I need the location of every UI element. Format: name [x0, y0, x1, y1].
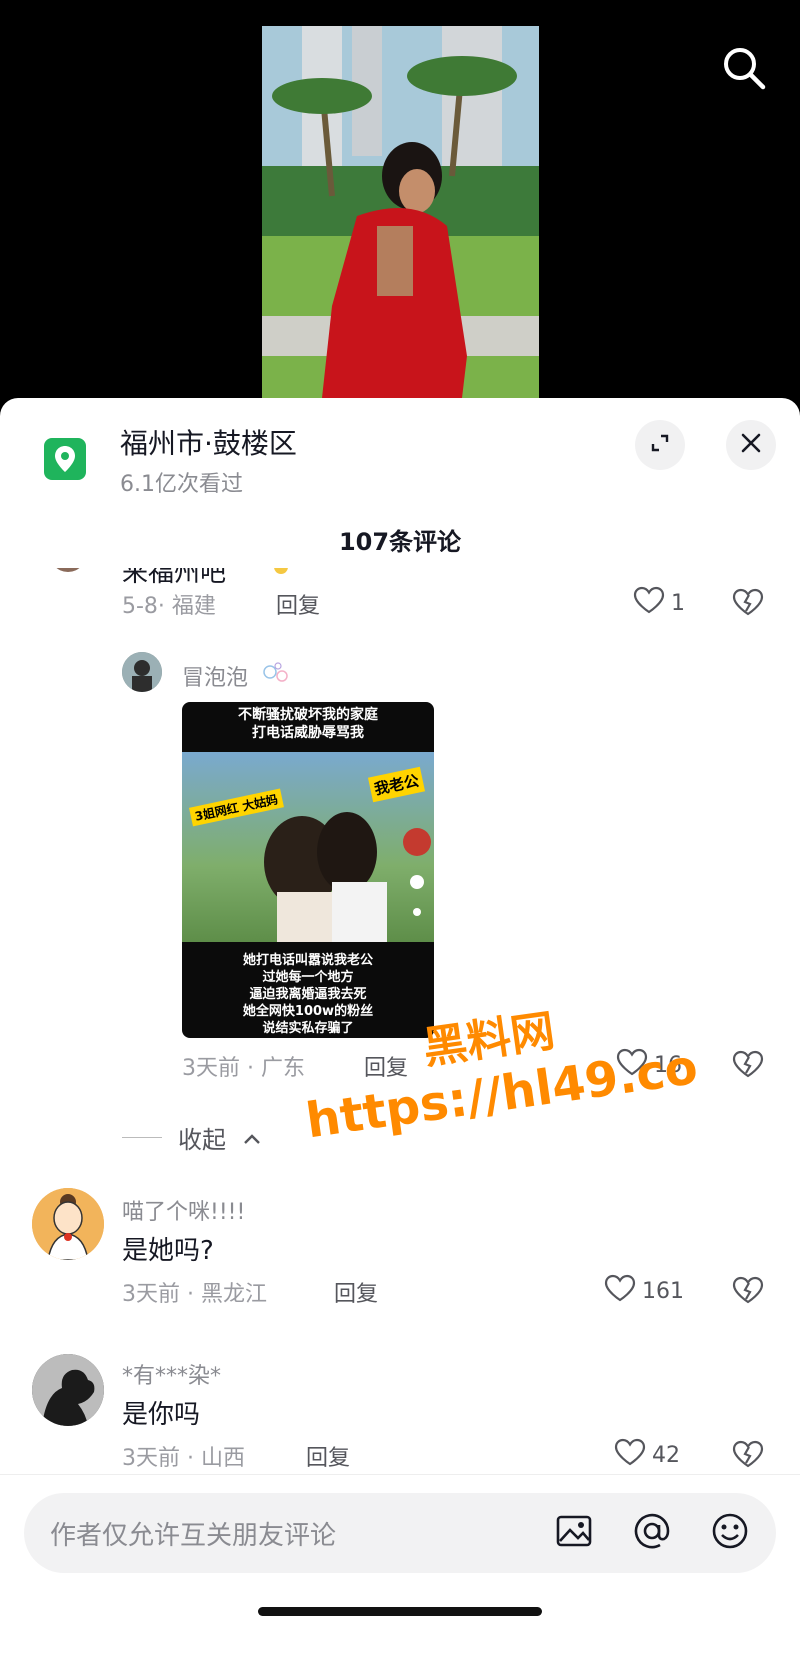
- image-caption-top: 打电话威胁辱骂我: [252, 725, 364, 741]
- comment-username[interactable]: *有***染*: [122, 1358, 221, 1390]
- comment-meta: 3天前 · 黑龙江: [122, 1282, 267, 1307]
- like-button[interactable]: 161: [604, 1274, 684, 1308]
- avatar[interactable]: [122, 652, 162, 692]
- image-icon[interactable]: [554, 1511, 594, 1555]
- like-count: 16: [654, 1052, 682, 1078]
- location-icon: [44, 438, 86, 480]
- image-caption-bottom: 说结实私存骗了: [262, 1021, 354, 1036]
- like-button[interactable]: 16: [616, 1048, 682, 1082]
- comment-image[interactable]: 不断骚扰破坏我的家庭 打电话威胁辱骂我 我老公 3姐网红 大姑妈 她打电话叫嚣说…: [182, 702, 434, 1038]
- heart-icon: [633, 586, 665, 620]
- reply-button[interactable]: 回复: [276, 588, 320, 620]
- close-button[interactable]: [726, 420, 776, 470]
- search-icon: [721, 45, 767, 95]
- comment-list[interactable]: 来福州吧 5-8· 福建 回复 1 冒泡泡 不断骚扰破坏我的家庭 打电话威胁辱骂…: [0, 568, 800, 1474]
- reply-button[interactable]: 回复: [364, 1050, 408, 1082]
- dislike-button[interactable]: [732, 1050, 764, 1082]
- close-icon: [740, 432, 762, 458]
- image-caption-bottom: 她全网快100w的粉丝: [242, 1004, 374, 1019]
- heart-icon: [616, 1048, 648, 1082]
- image-caption-bottom: 她打电话叫嚣说我老公: [242, 953, 373, 968]
- dislike-button[interactable]: [732, 1276, 764, 1308]
- dislike-icon: [732, 1440, 764, 1472]
- comment-text: 是你吗: [122, 1400, 201, 1430]
- video-area: [0, 0, 800, 410]
- dislike-icon: [732, 1050, 764, 1082]
- dislike-icon: [732, 1276, 764, 1308]
- heart-icon: [614, 1438, 646, 1472]
- bubble-emoji-icon: [262, 662, 290, 686]
- dislike-icon: [732, 588, 764, 620]
- image-caption-top: 不断骚扰破坏我的家庭: [238, 707, 378, 723]
- location-views: 6.1亿次看过: [120, 472, 243, 497]
- collapse-replies-button[interactable]: 收起: [122, 1120, 262, 1155]
- avatar[interactable]: [32, 1354, 104, 1426]
- image-caption-bottom: 过她每一个地方: [262, 970, 354, 985]
- comment-input[interactable]: 作者仅允许互关朋友评论: [24, 1493, 776, 1573]
- comment-username[interactable]: 冒泡泡: [182, 660, 248, 692]
- like-count: 1: [671, 590, 685, 616]
- like-count: 161: [642, 1278, 684, 1304]
- avatar[interactable]: [32, 1188, 104, 1260]
- comment-meta: 3天前 · 山西: [122, 1446, 245, 1471]
- divider: [122, 1137, 162, 1138]
- search-button[interactable]: [714, 40, 774, 100]
- like-button[interactable]: 42: [614, 1438, 680, 1472]
- location-title[interactable]: 福州市·鼓楼区: [120, 422, 297, 462]
- like-count: 42: [652, 1442, 680, 1468]
- like-button[interactable]: 1: [633, 586, 685, 620]
- collapse-label: 收起: [178, 1126, 226, 1154]
- heart-icon: [604, 1274, 636, 1308]
- comment-sheet: 福州市·鼓楼区 6.1亿次看过 107条评论 来福州吧 5-8· 福建 回复 1…: [0, 398, 800, 1663]
- expand-button[interactable]: [635, 420, 685, 470]
- video-thumbnail[interactable]: [262, 26, 539, 398]
- dislike-button[interactable]: [732, 588, 764, 620]
- dislike-button[interactable]: [732, 1440, 764, 1472]
- comment-meta: 5-8· 福建: [122, 594, 216, 619]
- at-icon[interactable]: [632, 1511, 672, 1555]
- comment-input-placeholder: 作者仅允许互关朋友评论: [50, 1521, 337, 1551]
- comment-text: 是她吗?: [122, 1236, 214, 1266]
- chevron-up-icon: [242, 1124, 262, 1152]
- comment-username[interactable]: 喵了个咪!!!!: [122, 1194, 245, 1226]
- expand-icon: [648, 431, 672, 459]
- comments-count: 107条评论: [338, 528, 462, 556]
- reply-button[interactable]: 回复: [306, 1440, 350, 1472]
- avatar[interactable]: [48, 568, 88, 572]
- home-indicator: [258, 1607, 542, 1616]
- comment-text: 来福州吧: [122, 568, 227, 588]
- comment-input-bar: 作者仅允许互关朋友评论: [0, 1474, 800, 1663]
- emoji-icon: [274, 568, 288, 574]
- comment-meta: 3天前 · 广东: [182, 1056, 305, 1081]
- reply-button[interactable]: 回复: [334, 1276, 378, 1308]
- emoji-icon[interactable]: [710, 1511, 750, 1555]
- image-caption-bottom: 逼迫我离婚逼我去死: [249, 987, 367, 1002]
